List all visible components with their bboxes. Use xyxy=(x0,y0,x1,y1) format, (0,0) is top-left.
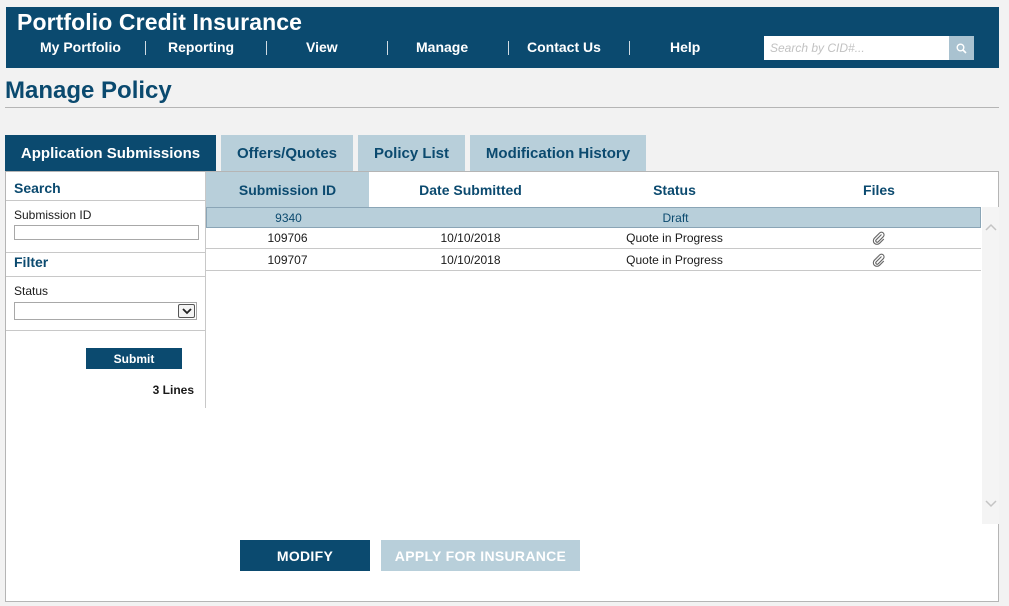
cell-submission-id: 9340 xyxy=(275,210,302,225)
apply-for-insurance-button[interactable]: APPLY FOR INSURANCE xyxy=(381,540,580,571)
tab-policy-list[interactable]: Policy List xyxy=(358,135,465,171)
cell-submission-id: 109706 xyxy=(267,231,308,245)
submission-id-label: Submission ID xyxy=(14,208,92,222)
search-filter-sidebar: Search Submission ID Filter Status Submi… xyxy=(6,172,206,408)
nav-separator xyxy=(629,41,630,55)
sidebar-divider xyxy=(6,276,206,277)
cell-status: Quote in Progress xyxy=(626,253,723,267)
cell-status: Quote in Progress xyxy=(626,231,723,245)
sidebar-divider xyxy=(6,200,206,201)
chevron-up-icon xyxy=(985,223,997,231)
app-header: Portfolio Credit Insurance My Portfolio … xyxy=(6,7,999,68)
nav-my-portfolio[interactable]: My Portfolio xyxy=(40,39,121,55)
scroll-down-button[interactable] xyxy=(982,496,1000,512)
page-title: Manage Policy xyxy=(5,77,172,104)
chevron-down-icon xyxy=(181,307,192,314)
title-divider xyxy=(5,107,999,108)
column-header-files[interactable]: Files xyxy=(777,172,981,207)
sidebar-divider xyxy=(6,252,206,253)
cell-files xyxy=(777,228,981,248)
nav-separator xyxy=(266,41,267,55)
sidebar-divider xyxy=(6,330,206,331)
nav-separator xyxy=(508,41,509,55)
column-header-status[interactable]: Status xyxy=(572,172,777,207)
main-panel: Search Submission ID Filter Status Submi… xyxy=(5,171,999,602)
chevron-down-icon xyxy=(985,500,997,508)
paperclip-icon[interactable] xyxy=(872,253,886,267)
scroll-up-button[interactable] xyxy=(982,219,1000,235)
submission-id-input[interactable] xyxy=(14,225,199,240)
nav-reporting[interactable]: Reporting xyxy=(168,39,234,55)
nav-manage[interactable]: Manage xyxy=(416,39,468,55)
lines-count: 3 Lines xyxy=(152,383,194,397)
filter-heading: Filter xyxy=(14,254,49,270)
paperclip-icon[interactable] xyxy=(872,231,886,245)
search-button[interactable] xyxy=(949,36,974,60)
tab-modification-history[interactable]: Modification History xyxy=(470,135,646,171)
cell-date-submitted: 10/10/2018 xyxy=(440,231,501,245)
cell-date-submitted xyxy=(370,208,573,227)
modify-button[interactable]: MODIFY xyxy=(240,540,370,571)
search-input[interactable] xyxy=(764,36,949,60)
dropdown-arrow[interactable] xyxy=(178,304,195,318)
table-scrollbar[interactable] xyxy=(982,207,999,524)
table-row[interactable]: 109706 10/10/2018 Quote in Progress xyxy=(206,228,981,249)
table-row[interactable]: 109707 10/10/2018 Quote in Progress xyxy=(206,250,981,271)
tab-offers-quotes[interactable]: Offers/Quotes xyxy=(221,135,353,171)
nav-separator xyxy=(387,41,388,55)
column-header-date-submitted[interactable]: Date Submitted xyxy=(369,172,572,207)
tab-application-submissions[interactable]: Application Submissions xyxy=(5,135,216,171)
submit-button[interactable]: Submit xyxy=(86,348,182,369)
cell-status: Draft xyxy=(662,210,689,225)
cell-date-submitted: 10/10/2018 xyxy=(440,253,501,267)
app-title: Portfolio Credit Insurance xyxy=(17,9,303,35)
nav-separator xyxy=(145,41,146,55)
nav-help[interactable]: Help xyxy=(670,39,700,55)
search-heading: Search xyxy=(14,180,61,196)
status-select[interactable] xyxy=(14,302,197,320)
search-icon xyxy=(956,43,967,54)
column-header-submission-id[interactable]: Submission ID xyxy=(206,172,369,207)
nav-contact-us[interactable]: Contact Us xyxy=(527,39,601,55)
cell-submission-id: 109707 xyxy=(267,253,308,267)
cell-files xyxy=(777,250,981,270)
table-header: Submission ID Date Submitted Status File… xyxy=(206,172,981,207)
nav-view[interactable]: View xyxy=(306,39,338,55)
table-row[interactable]: 9340 Draft xyxy=(206,207,981,228)
status-label: Status xyxy=(14,284,49,298)
